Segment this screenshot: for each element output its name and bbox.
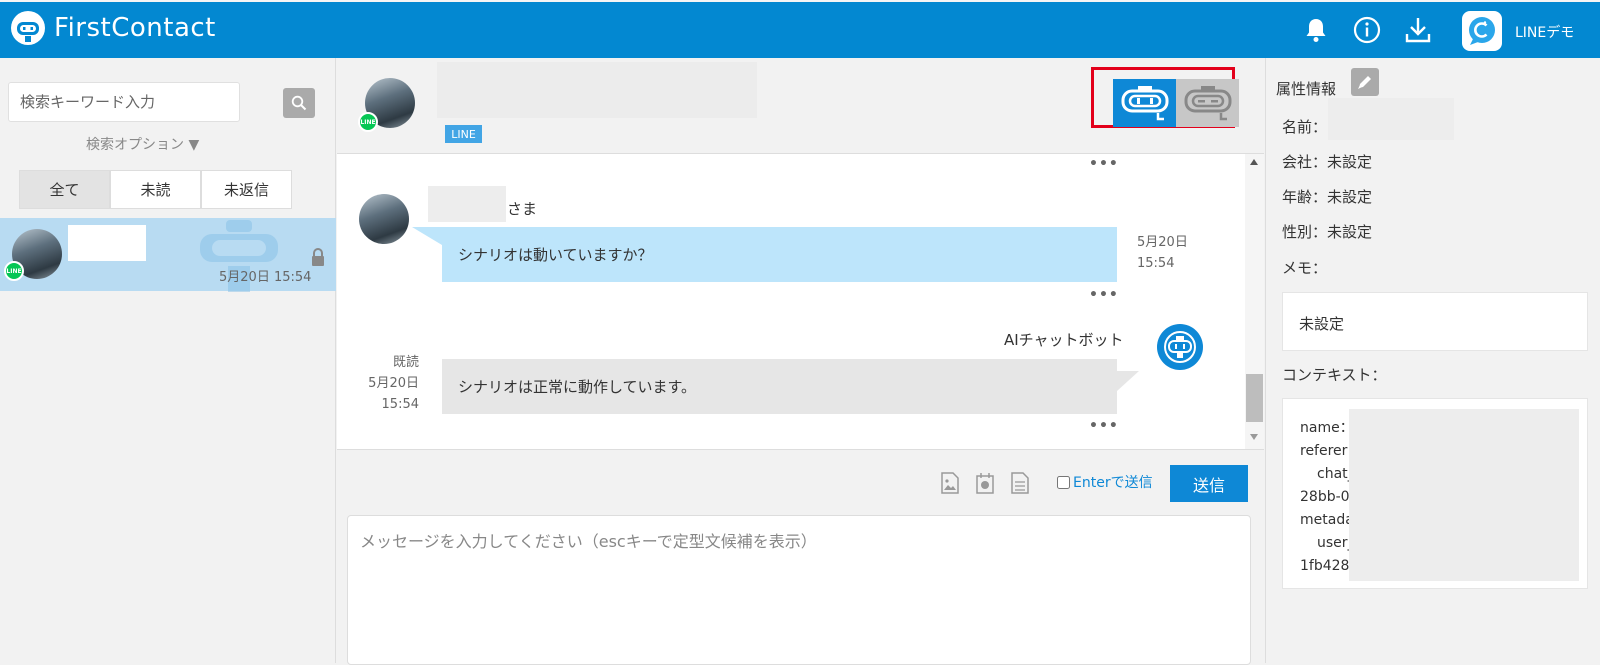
- incoming-date: 5月20日: [1137, 235, 1188, 250]
- line-badge-icon: LINE: [358, 112, 378, 132]
- filter-tab-unreplied[interactable]: 未返信: [201, 170, 292, 209]
- line-badge-icon: LINE: [4, 261, 24, 281]
- incoming-time: 15:54: [1137, 256, 1175, 271]
- template-doc-icon[interactable]: [1010, 472, 1030, 494]
- context-value-masked: [1349, 409, 1579, 581]
- search-options-toggle[interactable]: 検索オプション ▼: [86, 134, 199, 154]
- sender-avatar: [359, 194, 409, 244]
- attributes-title: 属性情報: [1276, 80, 1337, 98]
- bot-sender-name: AIチャットボット: [1004, 331, 1124, 349]
- send-button[interactable]: 送信: [1170, 465, 1248, 502]
- bot-off-button[interactable]: [1176, 79, 1239, 127]
- user-avatar[interactable]: [1462, 11, 1502, 51]
- outgoing-time: 15:54: [381, 397, 419, 412]
- conversation-list-item[interactable]: LINE 5月20日 15:54: [0, 218, 336, 292]
- message-input[interactable]: [347, 515, 1251, 665]
- enter-to-send-option[interactable]: Enterで送信: [1057, 472, 1153, 492]
- compose-area: Enterで送信 送信: [337, 450, 1264, 665]
- scroll-down-arrow[interactable]: [1250, 434, 1258, 440]
- pencil-icon: [1358, 76, 1371, 89]
- message-thread[interactable]: ••• さま シナリオは動いていますか？ 5月20日 15:54 ••• AIチ…: [337, 154, 1264, 450]
- robot-off-icon: [1184, 86, 1231, 121]
- attr-name-value-masked: [1328, 98, 1454, 140]
- search-input[interactable]: [8, 82, 240, 122]
- message-more-button[interactable]: •••: [1089, 418, 1119, 434]
- context-box: name： referer： chat_ 28bb-0 metada user_…: [1282, 398, 1588, 589]
- message-more-button[interactable]: •••: [1089, 156, 1119, 172]
- info-icon[interactable]: [1353, 16, 1381, 44]
- bell-icon[interactable]: [1302, 16, 1330, 44]
- conversation-time: 5月20日 15:54: [219, 270, 312, 285]
- brand-name: FirstContact: [54, 13, 216, 43]
- memo-box: 未設定: [1282, 292, 1588, 351]
- bot-on-button[interactable]: [1113, 79, 1176, 127]
- filter-tab-all[interactable]: 全て: [19, 170, 110, 209]
- sender-honorific: さま: [507, 200, 538, 218]
- scroll-up-arrow[interactable]: [1250, 159, 1258, 165]
- attr-name-label: 名前：: [1282, 118, 1328, 136]
- chat-contact-name-masked: [437, 62, 757, 118]
- channel-tag: LINE: [445, 125, 482, 143]
- robot-icon: [1121, 86, 1168, 121]
- attributes-panel: 属性情報 名前： 会社：未設定 年齢：未設定 性別：未設定 メモ： 未設定 コン…: [1265, 58, 1600, 663]
- robot-icon: [1164, 331, 1196, 363]
- brand-logo[interactable]: FirstContact: [10, 10, 216, 46]
- outgoing-message-text: シナリオは正常に動作しています。: [458, 378, 697, 396]
- user-name[interactable]: LINEデモ: [1515, 22, 1574, 42]
- outgoing-message: シナリオは正常に動作しています。: [442, 359, 1139, 414]
- memo-value: 未設定: [1299, 315, 1345, 333]
- robot-logo-icon: [11, 11, 45, 45]
- read-status: 既読: [392, 355, 419, 370]
- message-more-button[interactable]: •••: [1089, 287, 1119, 303]
- bot-mode-toggle-highlight: [1091, 67, 1239, 128]
- filter-tabs: 全て 未読 未返信: [19, 170, 292, 209]
- outgoing-message-meta: 既読 5月20日 15:54: [363, 352, 419, 415]
- bot-avatar: [1157, 324, 1203, 370]
- image-attach-icon[interactable]: [940, 472, 960, 494]
- scrollbar-thumb[interactable]: [1246, 374, 1263, 422]
- top-header: FirstContact LINEデモ: [0, 0, 1600, 58]
- attr-gender: 性別：未設定: [1282, 223, 1373, 241]
- bot-mode-toggle[interactable]: [1113, 79, 1239, 127]
- search-button[interactable]: [283, 88, 315, 118]
- enter-to-send-label: Enterで送信: [1073, 475, 1153, 491]
- chat-bubble-icon: [1469, 17, 1495, 45]
- enter-to-send-checkbox[interactable]: [1057, 475, 1070, 489]
- outgoing-date: 5月20日: [368, 376, 419, 391]
- conversation-sidebar: 検索オプション ▼ 全て 未読 未返信 LINE 5月20日 15:54: [0, 58, 336, 663]
- edit-attributes-button[interactable]: [1351, 68, 1379, 96]
- attr-age: 年齢：未設定: [1282, 188, 1373, 206]
- incoming-message: シナリオは動いていますか？: [412, 227, 1117, 282]
- attr-company: 会社：未設定: [1282, 153, 1373, 171]
- stamp-attach-icon[interactable]: [975, 472, 995, 494]
- download-icon[interactable]: [1404, 16, 1432, 44]
- incoming-message-text: シナリオは動いていますか？: [458, 246, 653, 264]
- filter-tab-unread[interactable]: 未読: [110, 170, 201, 209]
- contact-name-masked: [68, 225, 146, 261]
- sender-name-masked: [428, 186, 506, 222]
- search-icon: [291, 95, 307, 111]
- attr-memo-label: メモ：: [1282, 259, 1328, 277]
- lock-icon: [312, 248, 324, 266]
- incoming-message-time: 5月20日 15:54: [1137, 232, 1188, 274]
- context-label: コンテキスト：: [1282, 366, 1387, 384]
